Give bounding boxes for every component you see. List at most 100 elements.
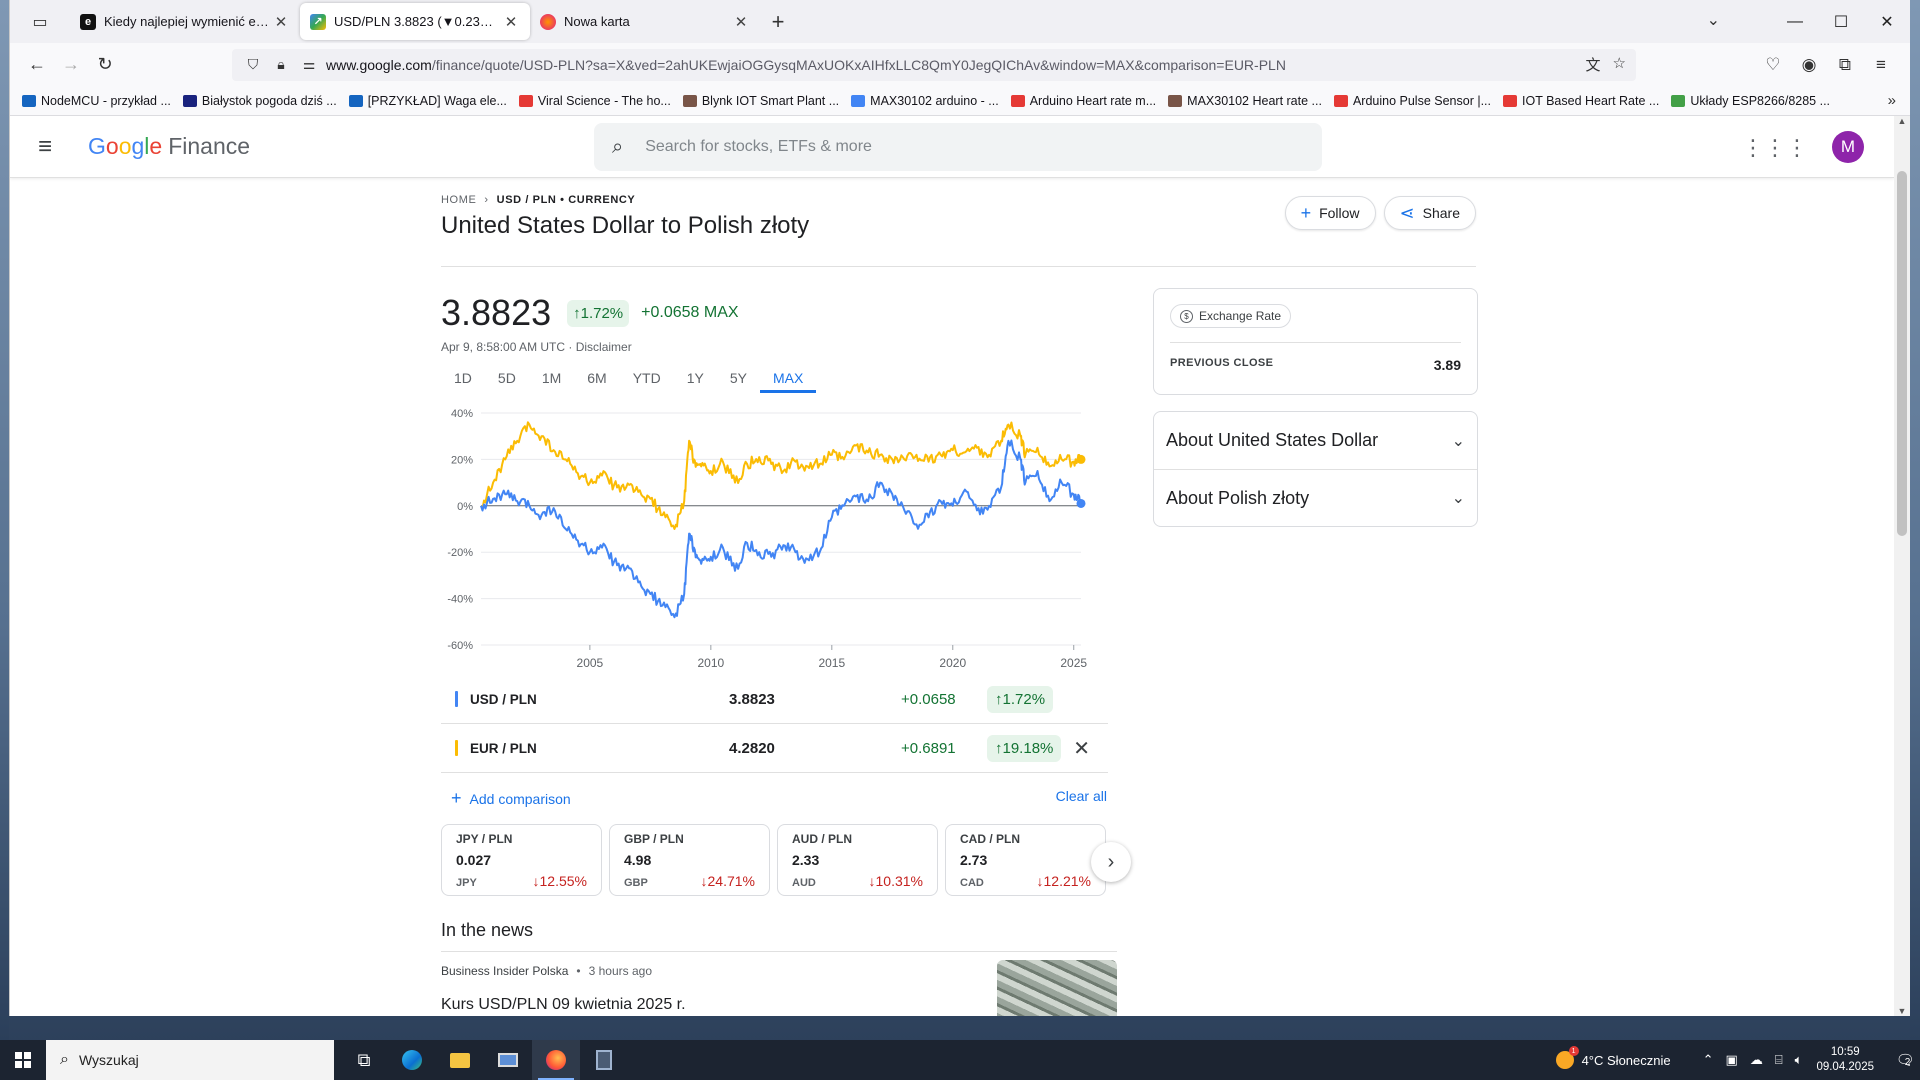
range-tab-ytd[interactable]: YTD xyxy=(620,366,674,393)
tab-kiedy-najlepiej[interactable]: e Kiedy najlepiej wymienić euro n ✕ xyxy=(70,3,300,40)
calculator-icon[interactable] xyxy=(580,1040,628,1080)
hamburger-menu-icon[interactable]: ≡ xyxy=(38,133,68,161)
taskbar-search[interactable]: ⌕ Wyszukaj xyxy=(46,1040,334,1080)
url-bar[interactable]: ⛉ 🔒︎ ⚌ www.google.com/finance/quote/USD-… xyxy=(232,48,1636,81)
edge-icon[interactable] xyxy=(388,1040,436,1080)
add-comparison-button[interactable]: + Add comparison xyxy=(451,788,571,809)
bookmark-item[interactable]: MAX30102 arduino - ... xyxy=(851,94,999,108)
meet-now-icon[interactable]: ▣ xyxy=(1726,1052,1738,1068)
bookmark-item[interactable]: [PRZYKŁAD] Waga ele... xyxy=(348,94,507,108)
range-tab-5y[interactable]: 5Y xyxy=(717,366,760,393)
pocket-icon[interactable]: ♡ xyxy=(1762,55,1784,75)
range-tab-6m[interactable]: 6M xyxy=(574,366,619,393)
back-icon[interactable]: ← xyxy=(20,48,54,82)
exchange-rate-chip[interactable]: $ Exchange Rate xyxy=(1170,304,1292,328)
youtube-icon xyxy=(1010,94,1025,107)
bookmark-item[interactable]: Arduino Pulse Sensor |... xyxy=(1333,94,1491,108)
close-window-icon[interactable]: ✕ xyxy=(1864,0,1910,43)
about-usd[interactable]: About United States Dollar ⌄ xyxy=(1154,412,1477,469)
related-currency-card[interactable]: GBP / PLN 4.98 GBP ↓24.71% xyxy=(609,824,770,896)
breadcrumb-home[interactable]: HOME xyxy=(441,194,476,206)
tab-list-icon[interactable]: ▭ xyxy=(10,0,70,43)
chevron-up-icon[interactable]: ⌃ xyxy=(1703,1052,1714,1068)
remove-comparison-icon[interactable]: ✕ xyxy=(1073,736,1090,761)
bookmark-label: Viral Science - The ho... xyxy=(537,93,671,108)
lock-icon[interactable]: 🔒︎ xyxy=(270,56,292,73)
avatar[interactable]: M xyxy=(1832,131,1864,163)
volume-icon[interactable]: 🔈︎ xyxy=(1795,1052,1803,1068)
new-tab-icon[interactable]: + xyxy=(760,3,796,40)
range-tab-1y[interactable]: 1Y xyxy=(674,366,717,393)
range-tab-5d[interactable]: 5D xyxy=(485,366,529,393)
share-button[interactable]: ⋖ Share xyxy=(1383,196,1476,230)
bookmark-item[interactable]: Arduino Heart rate m... xyxy=(1010,94,1156,108)
menu-icon[interactable]: ≡ xyxy=(1870,55,1892,75)
reload-icon[interactable]: ↻ xyxy=(88,48,122,82)
comparison-row[interactable]: EUR / PLN 4.2820 +0.6891 ↑19.18% ✕ xyxy=(441,724,1108,773)
bookmark-item[interactable]: Blynk IOT Smart Plant ... xyxy=(682,94,839,108)
translate-icon[interactable]: 文 xyxy=(1586,54,1601,75)
main-content: HOME › USD / PLN • CURRENCY United State… xyxy=(441,194,1478,1016)
bookmark-item[interactable]: Układy ESP8266/8285 ... xyxy=(1671,94,1830,108)
file-explorer-icon[interactable] xyxy=(436,1040,484,1080)
google-finance-logo[interactable]: Google Finance xyxy=(88,133,250,160)
chevron-right-icon[interactable]: › xyxy=(1091,842,1131,882)
scroll-up-icon[interactable]: ▲ xyxy=(1894,116,1910,126)
extensions-icon[interactable]: ⧉ xyxy=(1834,55,1856,75)
search-input[interactable]: ⌕ Search for stocks, ETFs & more xyxy=(594,123,1322,171)
maximize-icon[interactable]: ☐ xyxy=(1818,0,1864,43)
minimize-icon[interactable]: — xyxy=(1772,0,1818,43)
clear-all-button[interactable]: Clear all xyxy=(1056,788,1107,809)
permissions-icon[interactable]: ⚌ xyxy=(298,56,320,73)
bookmark-item[interactable]: IOT Based Heart Rate ... xyxy=(1503,94,1659,108)
taskbar-apps: ⧉ xyxy=(340,1040,628,1080)
price-row: 3.8823 ↑1.72% +0.0658 MAX xyxy=(441,292,1111,334)
follow-button[interactable]: + Follow xyxy=(1284,196,1376,230)
shield-icon[interactable]: ⛉ xyxy=(242,56,264,73)
about-pln[interactable]: About Polish złoty ⌄ xyxy=(1154,469,1477,526)
previous-close-label: PREVIOUS CLOSE xyxy=(1170,357,1274,369)
bookmark-label: IOT Based Heart Rate ... xyxy=(1522,93,1660,108)
news-item[interactable]: Business Insider Polska • 3 hours ago Kurs… xyxy=(441,960,1117,1016)
series-end-point xyxy=(1076,498,1086,508)
close-tab-icon[interactable]: ✕ xyxy=(732,13,750,31)
price-chart[interactable]: 40% 20% 0% -20% -40% -60% 2005 2010 2015 2020 2025 xyxy=(441,399,1111,669)
related-currency-card[interactable]: JPY / PLN 0.027 JPY ↓12.55% xyxy=(441,824,602,896)
range-tab-1m[interactable]: 1M xyxy=(529,366,574,393)
bookmark-item[interactable]: MAX30102 Heart rate ... xyxy=(1168,94,1322,108)
bookmark-item[interactable]: NodeMCU - przykład ... xyxy=(22,94,171,108)
related-currency-card[interactable]: CAD / PLN 2.73 CAD ↓12.21% xyxy=(945,824,1106,896)
x-tick-label: 2025 xyxy=(1060,656,1087,669)
clock[interactable]: 10:59 09.04.2025 xyxy=(1816,1045,1874,1075)
bookmark-item[interactable]: Białystok pogoda dziś ... xyxy=(182,94,337,108)
url-text[interactable]: www.google.com/finance/quote/USD-PLN?sa=… xyxy=(326,57,1586,73)
news-thumbnail[interactable] xyxy=(997,960,1117,1016)
start-button[interactable] xyxy=(0,1040,46,1080)
firefox-taskbar-icon[interactable] xyxy=(532,1040,580,1080)
related-currency-card[interactable]: AUD / PLN 2.33 AUD ↓10.31% xyxy=(777,824,938,896)
close-tab-icon[interactable]: ✕ xyxy=(272,13,290,31)
onedrive-icon[interactable]: ☁ xyxy=(1750,1052,1763,1068)
close-tab-icon[interactable]: ✕ xyxy=(502,13,520,31)
bookmark-item[interactable]: Viral Science - The ho... xyxy=(518,93,671,108)
task-view-icon[interactable]: ⧉ xyxy=(340,1040,388,1080)
network-icon[interactable]: ⌸ xyxy=(1775,1052,1783,1068)
account-icon[interactable]: ◉ xyxy=(1798,55,1820,75)
remote-desktop-icon[interactable] xyxy=(484,1040,532,1080)
comparison-row[interactable]: USD / PLN 3.8823 +0.0658 ↑1.72% xyxy=(441,675,1108,724)
page-scrollbar[interactable]: ▲ ▼ xyxy=(1894,116,1910,1016)
tab-usd-pln[interactable]: ↗ USD/PLN 3.8823 (▼0.23%) | Go ✕ xyxy=(300,3,530,40)
bookmark-star-icon[interactable]: ☆ xyxy=(1613,54,1626,75)
google-apps-icon[interactable]: ⋮⋮⋮ xyxy=(1742,135,1808,161)
chevron-right-double-icon[interactable]: » xyxy=(1888,92,1896,109)
scrollbar-thumb[interactable] xyxy=(1897,171,1907,536)
notifications-icon[interactable]: 🗨︎ 2 xyxy=(1886,1051,1920,1069)
forward-icon[interactable]: → xyxy=(54,48,88,82)
weather-widget[interactable]: 4°C Słonecznie xyxy=(1555,1046,1671,1069)
tab-nowa-karta[interactable]: Nowa karta ✕ xyxy=(530,3,760,40)
int-icon xyxy=(182,94,197,107)
scroll-down-icon[interactable]: ▼ xyxy=(1894,1006,1910,1016)
range-tab-1d[interactable]: 1D xyxy=(441,366,485,393)
range-tab-max[interactable]: MAX xyxy=(759,366,817,393)
chevron-down-icon[interactable]: ⌄ xyxy=(1707,10,1720,30)
